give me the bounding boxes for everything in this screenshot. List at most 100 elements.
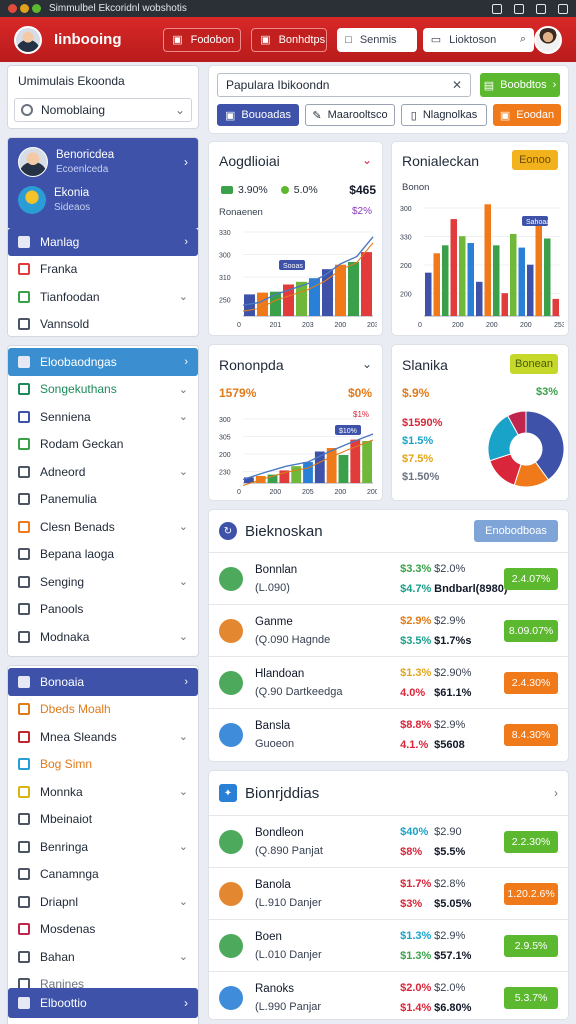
filter-button-c[interactable]: ▯ Nlagnolkas xyxy=(401,104,487,126)
share-icon[interactable] xyxy=(514,3,524,14)
list-item[interactable]: Ganme (Q.090 Hagnde $2.9% $2.9% $3.5% $1.7%s 8… xyxy=(209,604,568,656)
list-item[interactable]: Bansla Guoeon $8.8% $2.9% 4.1.% $5608 8.4.30% xyxy=(209,708,568,760)
filter-button-a[interactable]: ▣ Bouoadas xyxy=(217,104,299,126)
search-input[interactable]: Papulara Ibikoondn ✕ xyxy=(217,73,471,97)
status-badge[interactable]: 8.09.07% xyxy=(504,619,558,642)
card-button[interactable]: Eonoo xyxy=(512,150,558,170)
search-icon[interactable]: ⌕ xyxy=(520,33,526,46)
sidebar-item[interactable]: Bahan ⌄ xyxy=(8,943,198,971)
sidebar-item[interactable]: Benringa ⌄ xyxy=(8,833,198,861)
lock-icon[interactable] xyxy=(492,3,502,14)
sidebar-item[interactable]: Bepana laoga xyxy=(8,541,198,569)
sidebar-item[interactable]: Panemulia xyxy=(8,486,198,514)
doc-icon xyxy=(18,465,30,478)
star-icon xyxy=(18,438,30,451)
sidebar-item[interactable]: Songekuthans ⌄ xyxy=(8,376,198,404)
sidebar-item[interactable]: Rodam Geckan xyxy=(8,431,198,459)
panel-button[interactable]: Enobodboas xyxy=(474,520,558,542)
sidebar-item[interactable]: Senging ⌄ xyxy=(8,568,198,596)
sidebar-item[interactable]: Bog Simn xyxy=(8,751,198,779)
list-item[interactable]: Bonnlan (L.090) $3.3% $2.0% $4.7% Bndbarl(898… xyxy=(209,552,568,604)
filter-button-d[interactable]: ▣ Eoodan xyxy=(493,104,561,126)
x-tick: 253 xyxy=(554,322,564,329)
panel-title: Bieknoskan xyxy=(245,522,323,540)
bar xyxy=(510,233,517,316)
chart-card-3: Rononpda ⌄ 1579% $0% 300 305 200 230 0 200 205… xyxy=(208,344,383,501)
filter-button-b[interactable]: ✎ Maarooltsco xyxy=(305,104,395,126)
avatar[interactable] xyxy=(14,25,42,54)
card-value-right: $3% xyxy=(535,386,558,398)
sidebar-item[interactable]: Mosdenas xyxy=(8,916,198,944)
sidebar-item[interactable]: Tianfoodan ⌄ xyxy=(8,283,198,311)
bar xyxy=(493,245,500,316)
minimize-icon[interactable] xyxy=(20,4,29,13)
item-icon xyxy=(219,933,243,958)
profile-item-2[interactable]: Ekonia Sideaos xyxy=(18,180,188,220)
sidebar-item[interactable]: Dbeds Moalh xyxy=(8,696,198,724)
sidebar-item[interactable]: Modnaka ⌄ xyxy=(8,623,198,651)
sidebar-item[interactable]: Monnka ⌄ xyxy=(8,778,198,806)
status-badge[interactable]: 8.4.30% xyxy=(504,723,558,746)
list-item[interactable]: Bondleon (Q.890 Panjat $40% $2.90 $8% $5.5% 2.… xyxy=(209,815,568,867)
list-panel-2: ✦ Bionrjddias › Bondleon (Q.890 Panjat $40… xyxy=(208,770,569,1020)
sidebar-item[interactable]: Manlag › xyxy=(8,228,198,256)
tag-icon xyxy=(18,703,30,716)
sidebar-item[interactable]: Bonoaia › xyxy=(8,668,198,696)
sidebar-item[interactable]: Mbeinaiot xyxy=(8,806,198,834)
maximize-icon[interactable] xyxy=(32,4,41,13)
bookmark-icon: ▣ xyxy=(172,34,183,46)
y-tick: 300 xyxy=(400,206,412,213)
sidebar-item[interactable]: Panools xyxy=(8,596,198,624)
clear-icon[interactable]: ✕ xyxy=(452,78,462,92)
chevron-down-icon[interactable]: ⌄ xyxy=(362,153,372,167)
folder-icon: ▤ xyxy=(483,79,495,92)
list-item[interactable]: Ranoks (L.990 Panjar $2.0% $2.0% $1.4% $6.80%… xyxy=(209,971,568,1023)
sidebar-item[interactable]: Vannsold xyxy=(8,311,198,337)
user-avatar[interactable] xyxy=(534,25,562,54)
list-item[interactable]: Banola (L.910 Danjer $1.7% $2.8% $3% $5.05% 1.… xyxy=(209,867,568,919)
sidebar-item[interactable]: Canamnga xyxy=(8,861,198,889)
header-field-1[interactable]: □ Senmis xyxy=(337,27,417,52)
header-search[interactable]: ▭ Lioktoson ⌕ xyxy=(422,27,534,52)
y-tick: 305 xyxy=(219,435,231,442)
sidebar-item[interactable]: Senniena ⌄ xyxy=(8,403,198,431)
sidebar-item[interactable]: Driapnl ⌄ xyxy=(8,888,198,916)
item-subtitle: (Q.90 Dartkeedga xyxy=(255,685,343,698)
list-item[interactable]: Boen (L.010 Danjer $1.3% $2.9% $1.3% $57.1% 2.… xyxy=(209,919,568,971)
chevron-right-icon[interactable]: › xyxy=(554,786,558,800)
close-icon[interactable] xyxy=(8,4,17,13)
item-name: Boen xyxy=(255,930,282,943)
item-icon xyxy=(219,722,243,747)
header-button-1[interactable]: ▣ Fodobon xyxy=(163,27,242,52)
sidebar-item[interactable]: Franka xyxy=(8,256,198,284)
sidebar-footer-button[interactable]: Elboottio › xyxy=(8,988,198,1018)
status-badge[interactable]: 2.4.07% xyxy=(504,567,558,590)
flag-icon xyxy=(18,263,30,276)
sidebar-item-label: Mbeinaiot xyxy=(40,812,93,827)
sidebar-item[interactable]: Clesn Benads ⌄ xyxy=(8,513,198,541)
status-badge[interactable]: 5.3.7% xyxy=(504,986,558,1009)
sidebar-item[interactable]: Mnea Sleands ⌄ xyxy=(8,723,198,751)
sidebar-select[interactable]: Nomoblaing ⌄ xyxy=(14,98,192,122)
header-button-2[interactable]: ▣ Bonhdtps xyxy=(251,27,328,52)
settings-icon[interactable] xyxy=(536,3,546,14)
item-value: $1.7%s xyxy=(434,634,472,647)
window-controls[interactable] xyxy=(8,4,41,13)
profile-item-1[interactable]: Benoricdea Ecoenlceda › xyxy=(18,144,188,180)
status-badge[interactable]: 2.2.30% xyxy=(504,830,558,853)
bar xyxy=(527,264,534,316)
status-badge[interactable]: 2.4.30% xyxy=(504,671,558,694)
sidebar-item[interactable]: Adneord ⌄ xyxy=(8,458,198,486)
search-go-button[interactable]: ▤ Boobdtos › xyxy=(480,73,560,97)
bar xyxy=(544,238,551,316)
sidebar-item[interactable]: Eloobaodngas › xyxy=(8,348,198,376)
chevron-down-icon[interactable]: ⌄ xyxy=(362,357,372,371)
menu-icon[interactable] xyxy=(558,3,568,14)
doc-icon xyxy=(18,950,30,963)
status-badge[interactable]: 1.20.2.6% xyxy=(504,882,558,905)
list-item[interactable]: Hlandoan (Q.90 Dartkeedga $1.3% $2.90% 4.0% $… xyxy=(209,656,568,708)
sidebar-item-label: Vannsold xyxy=(40,317,90,332)
item-value: $2.9% xyxy=(400,614,432,627)
status-badge[interactable]: 2.9.5% xyxy=(504,934,558,957)
card-button[interactable]: Bonean xyxy=(510,354,558,374)
